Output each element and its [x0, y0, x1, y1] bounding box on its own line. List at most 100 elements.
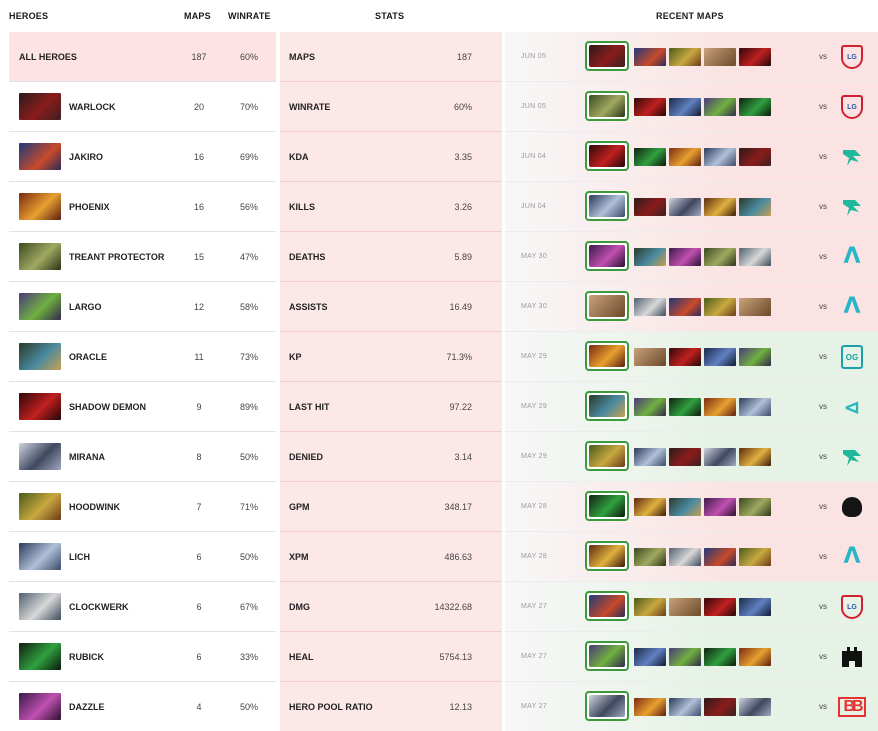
teammate-hero-icon[interactable] [704, 298, 736, 316]
teammate-hero-icon[interactable] [634, 448, 666, 466]
tundra-logo[interactable] [839, 644, 865, 670]
aurora-logo[interactable]: Λ [839, 294, 865, 320]
teammate-hero-icon[interactable] [634, 648, 666, 666]
lgd-logo[interactable]: LG [839, 94, 865, 120]
hero-row[interactable]: LARGO 12 58% [9, 282, 276, 332]
played-hero-portrait[interactable] [585, 141, 629, 171]
teammate-hero-icon[interactable] [669, 648, 701, 666]
spirit-logo[interactable] [839, 494, 865, 520]
teammate-hero-icon[interactable] [669, 448, 701, 466]
teammate-hero-icon[interactable] [704, 48, 736, 66]
played-hero-portrait[interactable] [585, 91, 629, 121]
teammate-hero-icon[interactable] [704, 598, 736, 616]
teammate-hero-icon[interactable] [739, 148, 771, 166]
recent-map-row[interactable]: MAY 27 vs LG [505, 582, 878, 632]
recent-map-row[interactable]: MAY 27 vs BB [505, 682, 878, 731]
teammate-hero-icon[interactable] [669, 398, 701, 416]
teammate-hero-icon[interactable] [739, 298, 771, 316]
played-hero-portrait[interactable] [585, 691, 629, 721]
hero-row[interactable]: PHOENIX 16 56% [9, 182, 276, 232]
falcons-logo[interactable] [839, 194, 865, 220]
teammate-hero-icon[interactable] [669, 498, 701, 516]
hero-row[interactable]: MIRANA 8 50% [9, 432, 276, 482]
betboom-logo[interactable]: BB [838, 694, 866, 720]
teammate-hero-icon[interactable] [704, 198, 736, 216]
teammate-hero-icon[interactable] [634, 598, 666, 616]
teammate-hero-icon[interactable] [739, 548, 771, 566]
teammate-hero-icon[interactable] [704, 648, 736, 666]
falcons-logo[interactable] [839, 144, 865, 170]
teammate-hero-icon[interactable] [634, 248, 666, 266]
hero-row[interactable]: DAZZLE 4 50% [9, 682, 276, 731]
recent-map-row[interactable]: MAY 27 vs [505, 632, 878, 682]
recent-map-row[interactable]: MAY 29 vs OG [505, 332, 878, 382]
played-hero-portrait[interactable] [585, 441, 629, 471]
teammate-hero-icon[interactable] [739, 648, 771, 666]
teammate-hero-icon[interactable] [669, 98, 701, 116]
teammate-hero-icon[interactable] [704, 448, 736, 466]
teammate-hero-icon[interactable] [704, 498, 736, 516]
recent-map-row[interactable]: JUN 04 vs [505, 132, 878, 182]
played-hero-portrait[interactable] [585, 341, 629, 371]
played-hero-portrait[interactable] [585, 541, 629, 571]
teammate-hero-icon[interactable] [634, 98, 666, 116]
recent-map-row[interactable]: JUN 04 vs [505, 182, 878, 232]
hero-row[interactable]: LICH 6 50% [9, 532, 276, 582]
teammate-hero-icon[interactable] [634, 398, 666, 416]
all-heroes-row[interactable]: ALL HEROES 187 60% [9, 32, 276, 82]
teammate-hero-icon[interactable] [704, 548, 736, 566]
teammate-hero-icon[interactable] [739, 598, 771, 616]
teammate-hero-icon[interactable] [634, 348, 666, 366]
teammate-hero-icon[interactable] [669, 48, 701, 66]
teammate-hero-icon[interactable] [739, 348, 771, 366]
winrate-header[interactable]: WINRATE [228, 0, 271, 32]
teammate-hero-icon[interactable] [669, 698, 701, 716]
teammate-hero-icon[interactable] [634, 148, 666, 166]
recent-map-row[interactable]: MAY 29 vs ⊲ [505, 382, 878, 432]
teammate-hero-icon[interactable] [669, 548, 701, 566]
teammate-hero-icon[interactable] [739, 398, 771, 416]
recent-map-row[interactable]: JUN 05 vs LG [505, 82, 878, 132]
maps-header[interactable]: MAPS [184, 0, 211, 32]
recent-map-row[interactable]: MAY 30 vs Λ [505, 232, 878, 282]
recent-map-row[interactable]: MAY 29 vs [505, 432, 878, 482]
recent-map-row[interactable]: MAY 28 vs Λ [505, 532, 878, 582]
hero-row[interactable]: SHADOW DEMON 9 89% [9, 382, 276, 432]
teammate-hero-icon[interactable] [704, 148, 736, 166]
teammate-hero-icon[interactable] [704, 398, 736, 416]
teammate-hero-icon[interactable] [634, 698, 666, 716]
played-hero-portrait[interactable] [585, 591, 629, 621]
teammate-hero-icon[interactable] [634, 298, 666, 316]
teammate-hero-icon[interactable] [704, 698, 736, 716]
played-hero-portrait[interactable] [585, 641, 629, 671]
played-hero-portrait[interactable] [585, 191, 629, 221]
nigma-logo[interactable]: ⊲ [839, 394, 865, 420]
teammate-hero-icon[interactable] [739, 248, 771, 266]
teammate-hero-icon[interactable] [634, 198, 666, 216]
played-hero-portrait[interactable] [585, 491, 629, 521]
teammate-hero-icon[interactable] [739, 198, 771, 216]
teammate-hero-icon[interactable] [634, 498, 666, 516]
teammate-hero-icon[interactable] [739, 698, 771, 716]
teammate-hero-icon[interactable] [739, 498, 771, 516]
hero-row[interactable]: WARLOCK 20 70% [9, 82, 276, 132]
hero-row[interactable]: ORACLE 11 73% [9, 332, 276, 382]
teammate-hero-icon[interactable] [634, 548, 666, 566]
aurora-logo[interactable]: Λ [839, 544, 865, 570]
teammate-hero-icon[interactable] [669, 198, 701, 216]
recent-map-row[interactable]: MAY 30 vs Λ [505, 282, 878, 332]
hero-row[interactable]: HOODWINK 7 71% [9, 482, 276, 532]
lgd-logo[interactable]: LG [839, 594, 865, 620]
teammate-hero-icon[interactable] [634, 48, 666, 66]
hero-row[interactable]: TREANT PROTECTOR 15 47% [9, 232, 276, 282]
aurora-logo[interactable]: Λ [839, 244, 865, 270]
teammate-hero-icon[interactable] [669, 348, 701, 366]
teammate-hero-icon[interactable] [739, 48, 771, 66]
played-hero-portrait[interactable] [585, 391, 629, 421]
teammate-hero-icon[interactable] [739, 98, 771, 116]
falcons-logo[interactable] [839, 444, 865, 470]
lgd-logo[interactable]: LG [839, 44, 865, 70]
played-hero-portrait[interactable] [585, 241, 629, 271]
teammate-hero-icon[interactable] [704, 98, 736, 116]
teammate-hero-icon[interactable] [704, 348, 736, 366]
